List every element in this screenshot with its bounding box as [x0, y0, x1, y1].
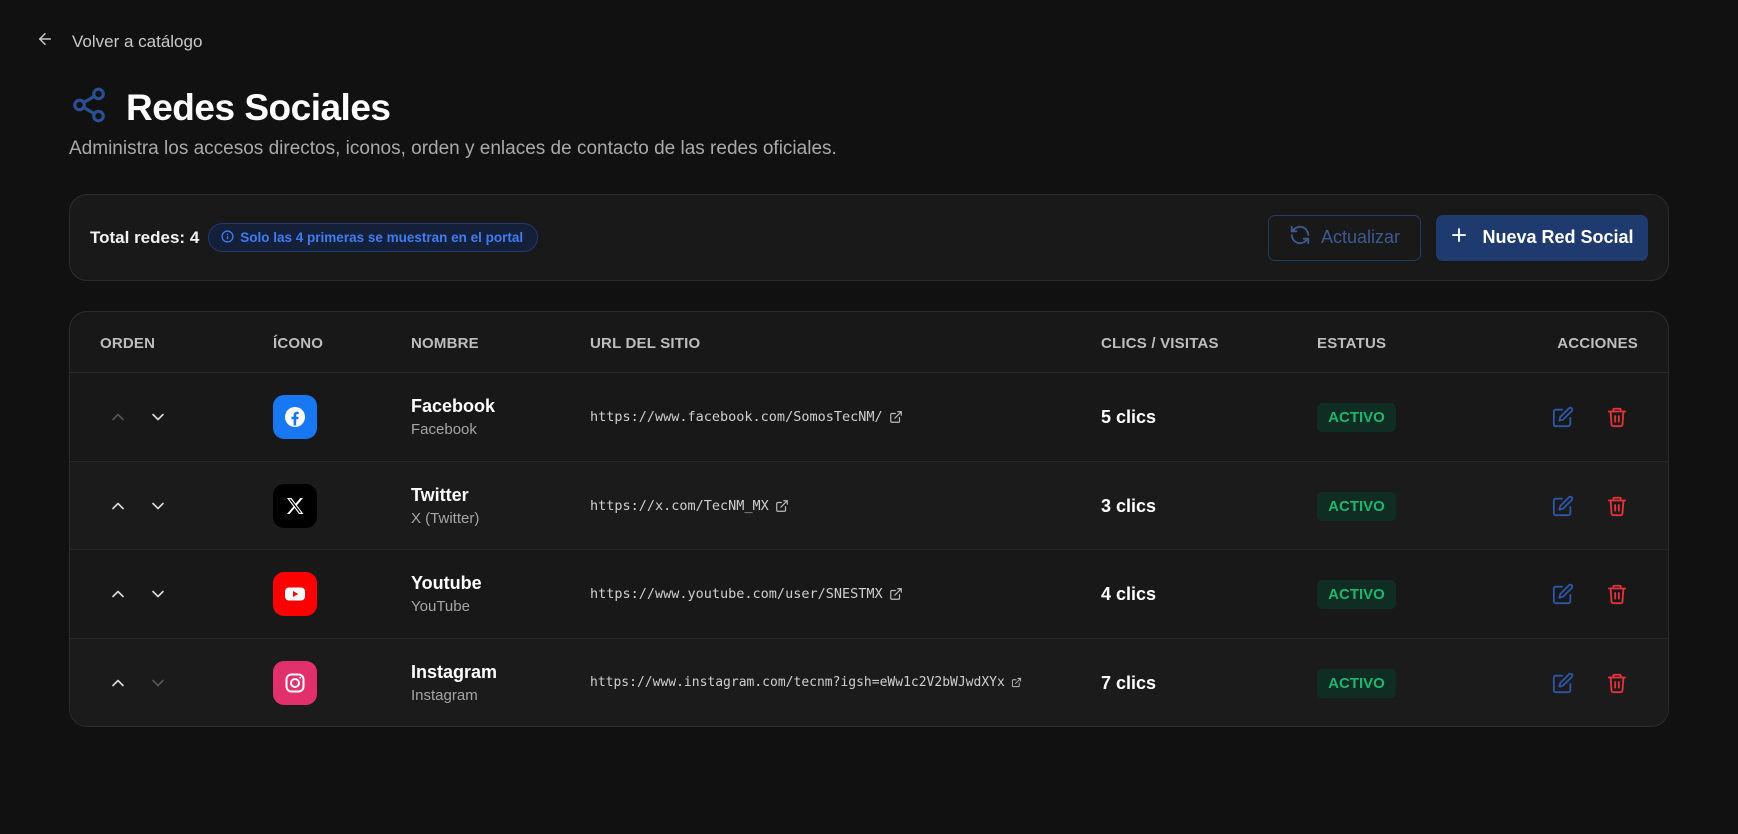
info-badge: Solo las 4 primeras se muestran en el po… — [208, 223, 539, 252]
delete-button[interactable] — [1606, 672, 1628, 694]
table-row: Youtube YouTube https://www.youtube.com/… — [70, 550, 1668, 639]
click-count: 5 clics — [1101, 407, 1157, 427]
table-row: Instagram Instagram https://www.instagra… — [70, 638, 1668, 726]
move-down-button[interactable] — [148, 673, 168, 693]
total-count: Total redes: 4 — [90, 227, 200, 247]
trash-icon — [1607, 584, 1627, 605]
click-count: 7 clics — [1101, 672, 1157, 693]
social-name: Facebook — [411, 396, 496, 416]
refresh-label: Actualizar — [1320, 227, 1401, 247]
info-icon — [221, 229, 234, 246]
delete-button[interactable] — [1606, 495, 1628, 517]
edit-button[interactable] — [1552, 406, 1574, 428]
chevron-down-icon — [152, 590, 164, 598]
edit-button[interactable] — [1552, 583, 1574, 605]
column-header-order: ORDEN — [100, 335, 156, 352]
toolbar: Total redes: 4 Solo las 4 primeras se mu… — [69, 194, 1669, 281]
chevron-down-icon — [152, 679, 164, 686]
trash-icon — [1607, 496, 1627, 516]
page-title: Redes Sociales — [126, 86, 391, 128]
move-up-button[interactable] — [108, 584, 128, 604]
social-table: ORDEN ÍCONO NOMBRE URL DEL SITIO CLICS /… — [69, 311, 1669, 727]
social-name: Youtube — [411, 573, 482, 593]
new-social-label: Nueva Red Social — [1482, 227, 1634, 247]
page-header: Redes Sociales — [70, 86, 391, 129]
edit-icon — [1552, 495, 1574, 516]
back-link-label: Volver a catálogo — [72, 31, 203, 51]
refresh-button[interactable]: Actualizar — [1268, 214, 1421, 261]
external-link-icon — [889, 411, 902, 423]
move-up-button[interactable] — [108, 407, 128, 427]
delete-button[interactable] — [1606, 406, 1628, 428]
move-down-button[interactable] — [148, 496, 168, 516]
info-text: Solo las 4 primeras se muestran en el po… — [240, 230, 524, 245]
arrow-left-icon — [36, 30, 54, 53]
status-badge: ACTIVO — [1317, 580, 1396, 609]
plus-icon — [1450, 226, 1468, 249]
youtube-icon — [273, 572, 317, 616]
move-up-button[interactable] — [108, 496, 128, 516]
site-url-text: https://www.facebook.com/SomosTecNM/ — [590, 409, 883, 425]
chevron-down-icon — [152, 413, 164, 421]
column-header-icon: ÍCONO — [273, 335, 324, 352]
external-link-icon — [1011, 677, 1021, 687]
social-platform: Instagram — [411, 686, 478, 704]
site-url-link[interactable]: https://x.com/TecNM_MX — [590, 498, 789, 514]
trash-icon — [1607, 407, 1627, 428]
social-platform: X (Twitter) — [411, 509, 480, 527]
chevron-up-icon — [112, 413, 124, 421]
column-header-url: URL DEL SITIO — [590, 335, 701, 352]
chevron-up-icon — [112, 502, 124, 509]
chevron-down-icon — [152, 502, 164, 509]
new-social-button[interactable]: Nueva Red Social — [1436, 214, 1648, 261]
edit-button[interactable] — [1552, 495, 1574, 517]
external-link-icon — [775, 499, 788, 512]
site-url-link[interactable]: https://www.youtube.com/user/SNESTMX — [590, 586, 903, 602]
site-url-text: https://x.com/TecNM_MX — [590, 497, 769, 514]
delete-button[interactable] — [1606, 583, 1628, 605]
table-row: Twitter X (Twitter) https://x.com/TecNM_… — [70, 461, 1668, 550]
page-subtitle: Administra los accesos directos, iconos,… — [69, 138, 837, 159]
facebook-icon — [273, 395, 317, 439]
instagram-icon — [273, 660, 317, 705]
chevron-up-icon — [112, 679, 124, 686]
social-platform: YouTube — [411, 598, 470, 615]
site-url-text: https://www.youtube.com/user/SNESTMX — [590, 586, 883, 602]
chevron-up-icon — [112, 590, 124, 598]
table-header: ORDEN ÍCONO NOMBRE URL DEL SITIO CLICS /… — [70, 312, 1668, 373]
edit-icon — [1552, 406, 1574, 428]
social-name: Instagram — [411, 661, 498, 682]
table-row: Facebook Facebook https://www.facebook.c… — [70, 373, 1668, 462]
x-icon — [273, 483, 317, 528]
move-down-button[interactable] — [148, 407, 168, 427]
site-url-link[interactable]: https://www.instagram.com/tecnm?igsh=eWw… — [590, 675, 1022, 690]
move-down-button[interactable] — [148, 584, 168, 604]
external-link-icon — [889, 588, 902, 600]
share-icon — [70, 86, 108, 129]
status-badge: ACTIVO — [1317, 491, 1396, 521]
site-url-link[interactable]: https://www.facebook.com/SomosTecNM/ — [590, 409, 903, 425]
status-badge: ACTIVO — [1317, 668, 1396, 698]
column-header-name: NOMBRE — [411, 335, 479, 352]
refresh-icon — [1289, 224, 1311, 251]
edit-button[interactable] — [1552, 672, 1574, 694]
back-link[interactable]: Volver a catálogo — [36, 30, 202, 53]
edit-icon — [1552, 672, 1574, 693]
column-header-clicks: CLICS / VISITAS — [1101, 335, 1219, 352]
column-header-actions: ACCIONES — [1557, 335, 1638, 352]
click-count: 4 clics — [1101, 584, 1157, 604]
move-up-button[interactable] — [108, 673, 128, 693]
status-badge: ACTIVO — [1317, 403, 1396, 432]
social-name: Twitter — [411, 484, 469, 505]
click-count: 3 clics — [1101, 495, 1157, 516]
site-url-text: https://www.instagram.com/tecnm?igsh=eWw… — [590, 674, 1005, 690]
trash-icon — [1607, 673, 1627, 693]
edit-icon — [1552, 583, 1574, 605]
social-platform: Facebook — [411, 421, 477, 438]
column-header-status: ESTATUS — [1317, 335, 1387, 352]
